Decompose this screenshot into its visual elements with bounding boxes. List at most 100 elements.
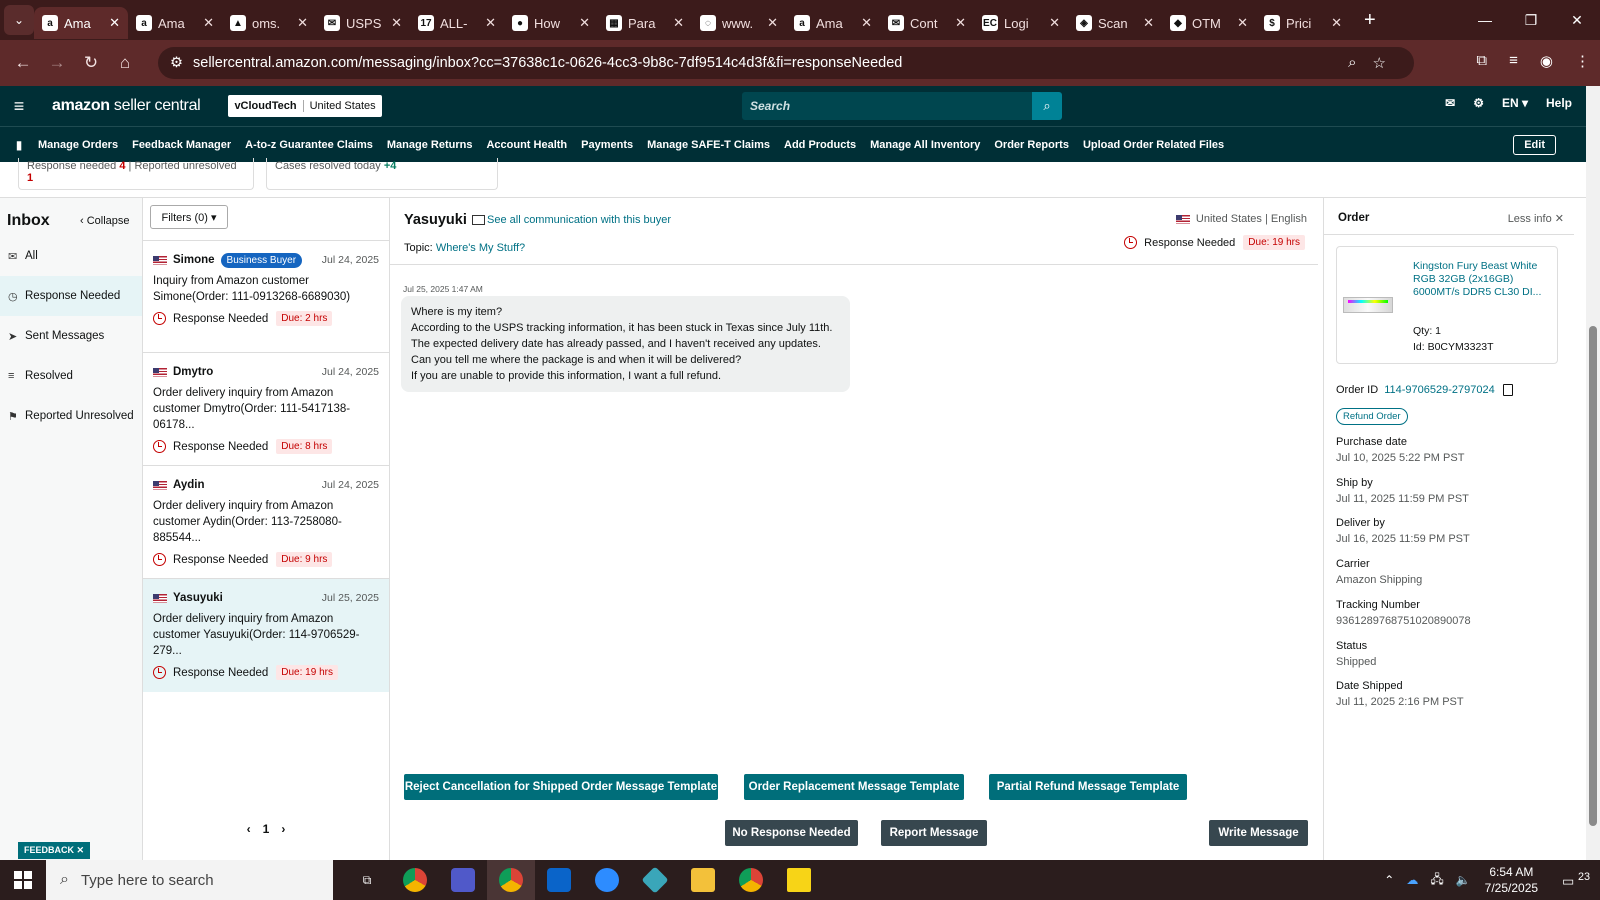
- browser-tab[interactable]: a Ama ✕: [786, 7, 880, 39]
- close-window-icon[interactable]: ✕: [1554, 0, 1600, 40]
- order-replacement-template-button[interactable]: Order Replacement Message Template: [744, 774, 964, 800]
- tab-close-icon[interactable]: ✕: [485, 15, 496, 31]
- browser-tab[interactable]: ▲ oms. ✕: [222, 7, 316, 39]
- browser-tab[interactable]: a Ama ✕: [34, 7, 128, 39]
- tab-close-icon[interactable]: ✕: [955, 15, 966, 31]
- nav-item[interactable]: A-to-z Guarantee Claims: [245, 139, 373, 151]
- minimize-icon[interactable]: —: [1462, 0, 1508, 40]
- nav-item[interactable]: Manage All Inventory: [870, 139, 980, 151]
- language-selector[interactable]: EN ▾: [1502, 96, 1528, 110]
- report-message-button[interactable]: Report Message: [881, 820, 987, 846]
- sidebar-item-resolved[interactable]: ≡ Resolved: [0, 356, 142, 396]
- tab-close-icon[interactable]: ✕: [1331, 15, 1342, 31]
- see-all-link[interactable]: See all communication with this buyer: [472, 214, 671, 226]
- browser-tab[interactable]: ✉ USPS ✕: [316, 7, 410, 39]
- nav-item[interactable]: Manage Orders: [38, 139, 118, 151]
- nav-item[interactable]: Manage Returns: [387, 139, 473, 151]
- nav-item[interactable]: Payments: [581, 139, 633, 151]
- media-icon[interactable]: ≡: [1509, 52, 1518, 70]
- less-info-button[interactable]: Less info ✕: [1508, 212, 1564, 225]
- zoom-icon[interactable]: ⌕: [1348, 54, 1356, 72]
- collapse-button[interactable]: ‹ Collapse: [80, 215, 130, 227]
- next-page-icon[interactable]: ›: [281, 822, 285, 836]
- outlook-icon[interactable]: [535, 860, 583, 900]
- menu-icon[interactable]: ⋮: [1575, 52, 1590, 70]
- restore-icon[interactable]: ❐: [1508, 0, 1554, 40]
- nav-item[interactable]: Order Reports: [994, 139, 1069, 151]
- back-icon[interactable]: ←: [6, 53, 40, 73]
- tab-close-icon[interactable]: ✕: [1049, 15, 1060, 31]
- stat-card-response[interactable]: Response needed 4 | Reported unresolved …: [18, 158, 254, 190]
- nav-item[interactable]: Add Products: [784, 139, 856, 151]
- product-name-link[interactable]: Kingston Fury Beast White RGB 32GB (2x16…: [1413, 260, 1553, 299]
- browser-tab[interactable]: a Ama ✕: [128, 7, 222, 39]
- chevron-up-icon[interactable]: ⌃: [1384, 873, 1394, 887]
- conversation-item[interactable]: Simone Business Buyer Jul 24, 2025 Inqui…: [143, 240, 389, 354]
- chrome-profile-icon[interactable]: [487, 860, 535, 900]
- forward-icon[interactable]: →: [40, 53, 74, 73]
- feedback-button[interactable]: FEEDBACK ✕: [18, 842, 91, 859]
- browser-tab[interactable]: ● How ✕: [504, 7, 598, 39]
- new-tab-button[interactable]: +: [1364, 9, 1376, 32]
- tab-close-icon[interactable]: ✕: [391, 15, 402, 31]
- browser-tab[interactable]: 17 ALL- ✕: [410, 7, 504, 39]
- sidebar-item-reported[interactable]: ⚑ Reported Unresolved: [0, 396, 142, 436]
- hamburger-menu-icon[interactable]: ≡: [0, 96, 38, 117]
- browser-tab[interactable]: ✉ Cont ✕: [880, 7, 974, 39]
- conversation-item[interactable]: Aydin Jul 24, 2025 Order delivery inquir…: [143, 465, 389, 579]
- onedrive-icon[interactable]: ☁: [1406, 873, 1418, 887]
- sticky-notes-icon[interactable]: [775, 860, 823, 900]
- page-scrollbar[interactable]: [1586, 86, 1600, 860]
- nav-item[interactable]: Feedback Manager: [132, 139, 231, 151]
- teams-icon[interactable]: [439, 860, 487, 900]
- browser-tab[interactable]: $ Prici ✕: [1256, 7, 1350, 39]
- settings-gear-icon[interactable]: ⚙: [1473, 96, 1484, 110]
- partial-refund-template-button[interactable]: Partial Refund Message Template: [989, 774, 1187, 800]
- nav-item[interactable]: Account Health: [486, 139, 567, 151]
- profile-icon[interactable]: ◉: [1540, 52, 1553, 70]
- browser-tab[interactable]: EC Logi ✕: [974, 7, 1068, 39]
- address-bar[interactable]: ⚙ sellercentral.amazon.com/messaging/inb…: [158, 47, 1414, 79]
- tab-close-icon[interactable]: ✕: [861, 15, 872, 31]
- sidebar-item-response-needed[interactable]: ◷ Response Needed: [0, 276, 142, 316]
- browser-tab[interactable]: ▦ Para ✕: [598, 7, 692, 39]
- windows-start-icon[interactable]: [0, 860, 46, 900]
- prev-page-icon[interactable]: ‹: [247, 822, 251, 836]
- bookmark-icon[interactable]: ▮: [0, 138, 38, 152]
- tab-close-icon[interactable]: ✕: [203, 15, 214, 31]
- nav-item[interactable]: Upload Order Related Files: [1083, 139, 1224, 151]
- help-link[interactable]: Help: [1546, 96, 1572, 110]
- extensions-icon[interactable]: ⧉: [1476, 52, 1487, 70]
- search-button[interactable]: ⌕: [1032, 92, 1062, 120]
- refund-order-button[interactable]: Refund Order: [1336, 408, 1408, 425]
- browser-tab[interactable]: ◈ Scan ✕: [1068, 7, 1162, 39]
- copy-icon[interactable]: [1502, 384, 1513, 396]
- taskbar-search[interactable]: ⌕ Type here to search: [46, 860, 333, 900]
- chrome-icon[interactable]: [727, 860, 775, 900]
- browser-tab[interactable]: ◆ OTM ✕: [1162, 7, 1256, 39]
- network-icon[interactable]: 🖧: [1430, 870, 1443, 891]
- write-message-button[interactable]: Write Message: [1209, 820, 1308, 846]
- site-info-icon[interactable]: ⚙: [170, 55, 183, 71]
- sidebar-item-sent[interactable]: ➤ Sent Messages: [0, 316, 142, 356]
- search-input[interactable]: Search: [742, 92, 1032, 120]
- conversation-item[interactable]: Dmytro Jul 24, 2025 Order delivery inqui…: [143, 352, 389, 466]
- reload-icon[interactable]: ↻: [74, 53, 108, 73]
- store-selector[interactable]: vCloudTech United States: [228, 95, 382, 117]
- zoom-icon[interactable]: [583, 860, 631, 900]
- chrome-icon[interactable]: [391, 860, 439, 900]
- tab-search-button[interactable]: ⌄: [4, 5, 34, 35]
- edit-nav-button[interactable]: Edit: [1513, 135, 1556, 155]
- tab-close-icon[interactable]: ✕: [767, 15, 778, 31]
- sidebar-item-all[interactable]: ✉ All: [0, 236, 142, 276]
- reject-cancellation-template-button[interactable]: Reject Cancellation for Shipped Order Me…: [404, 774, 718, 800]
- tab-close-icon[interactable]: ✕: [297, 15, 308, 31]
- tab-close-icon[interactable]: ✕: [1237, 15, 1248, 31]
- app-icon[interactable]: [631, 860, 679, 900]
- nav-item[interactable]: Manage SAFE-T Claims: [647, 139, 770, 151]
- scrollbar-thumb[interactable]: [1589, 326, 1597, 826]
- mail-icon[interactable]: ✉: [1445, 96, 1455, 110]
- page-number[interactable]: 1: [263, 822, 270, 836]
- seller-central-logo[interactable]: amazon seller central: [52, 97, 201, 115]
- filters-button[interactable]: Filters (0) ▾: [150, 205, 228, 229]
